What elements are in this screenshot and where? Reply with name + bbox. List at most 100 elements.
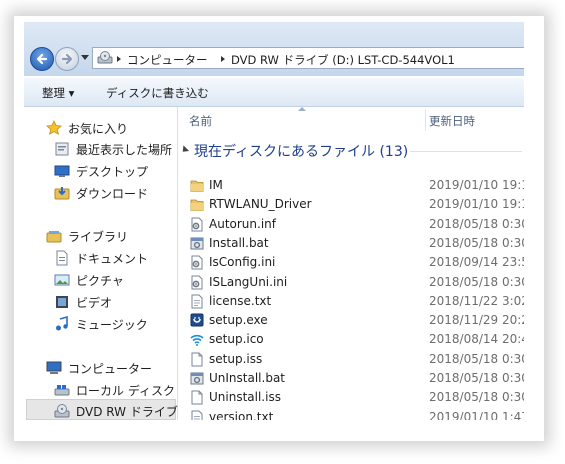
- breadcrumb-dvd-drive[interactable]: DVD RW ドライブ (D:) LST-CD-544VOL1: [231, 52, 455, 68]
- setup-exe-icon: [190, 313, 204, 327]
- nav-libraries-label: ライブラリ: [68, 230, 129, 244]
- file-name: IM: [209, 178, 223, 192]
- generic-file-icon: [191, 352, 203, 367]
- file-name: ISLangUni.ini: [209, 274, 288, 289]
- file-list: 名前 更新日時 現在ディスクにあるファイル (13) IM 2019/01/10 …: [178, 107, 524, 420]
- nav-music-label: ミュージック: [76, 318, 148, 332]
- file-date: 2018/05/18 0:30: [429, 351, 524, 366]
- nav-pictures-label: ピクチャ: [76, 274, 124, 288]
- file-name: version.txt: [209, 409, 274, 420]
- file-row[interactable]: setup.iss 2018/05/18 0:30: [178, 350, 524, 369]
- forward-arrow-icon: [61, 53, 73, 65]
- breadcrumb-computer[interactable]: コンピューター: [127, 52, 208, 68]
- file-row[interactable]: RTWLANU_Driver 2019/01/10 19:11: [178, 195, 524, 214]
- column-divider[interactable]: [425, 109, 426, 131]
- file-name: setup.iss: [209, 351, 263, 366]
- file-name: setup.exe: [209, 313, 268, 328]
- text-file-icon: [191, 294, 203, 309]
- file-date: 2018/05/18 0:30: [429, 390, 524, 405]
- settings-file-icon: [191, 255, 203, 270]
- file-row[interactable]: Uninstall.iss 2018/05/18 0:30: [178, 388, 524, 407]
- organize-label: 整理 ▾: [42, 86, 75, 100]
- nav-recent-label: 最近表示した場所: [76, 143, 173, 157]
- documents-icon: [56, 250, 68, 266]
- settings-file-icon: [191, 275, 203, 289]
- file-name: setup.ico: [209, 332, 264, 347]
- file-name: Install.bat: [209, 235, 269, 250]
- command-bar: 整理 ▾ ディスクに書き込む: [24, 78, 524, 107]
- text-file-icon: [191, 410, 203, 420]
- address-bar-area: コンピューター DVD RW ドライブ (D:) LST-CD-544VOL1: [24, 22, 524, 76]
- forward-button[interactable]: [55, 47, 79, 71]
- generic-file-icon: [191, 390, 203, 405]
- burn-to-disc-button[interactable]: ディスクに書き込む: [106, 85, 209, 101]
- group-divider: [410, 151, 522, 152]
- nav-downloads-label: ダウンロード: [76, 187, 149, 201]
- settings-file-icon: [191, 217, 203, 232]
- back-arrow-icon: [36, 53, 48, 65]
- nav-documents-label: ドキュメント: [76, 252, 149, 266]
- file-date: 2018/08/14 20:47: [429, 332, 524, 347]
- explorer-window: コンピューター DVD RW ドライブ (D:) LST-CD-544VOL1 …: [24, 22, 524, 420]
- collapse-triangle-icon: [179, 145, 190, 155]
- organize-button[interactable]: 整理 ▾: [42, 85, 74, 101]
- file-row[interactable]: setup.ico 2018/08/14 20:47: [178, 330, 524, 349]
- history-dropdown-icon[interactable]: [81, 55, 89, 61]
- folder-icon: [190, 180, 204, 192]
- file-row[interactable]: UnInstall.bat 2018/05/18 0:30: [178, 369, 524, 388]
- recent-places-icon: [55, 142, 69, 156]
- file-row[interactable]: IM 2019/01/10 19:11: [178, 176, 524, 195]
- downloads-folder-icon: [54, 187, 70, 200]
- file-row[interactable]: ISLangUni.ini 2018/05/18 0:30: [178, 273, 524, 292]
- nav-videos-label: ビデオ: [76, 296, 113, 310]
- file-row[interactable]: license.txt 2018/11/22 3:02: [178, 292, 524, 311]
- nav-computer-label: コンピューター: [68, 362, 153, 376]
- navigation-pane: お気に入り 最近表示した場所 デスクトップ ダウンロード ライブラリ ドキュメン…: [24, 107, 183, 420]
- file-date: 2018/11/22 3:02: [429, 293, 524, 308]
- dvd-drive-icon: [97, 51, 113, 64]
- file-name: Autorun.inf: [209, 216, 276, 231]
- file-date: 2018/05/18 0:30: [429, 235, 524, 250]
- file-date: 2019/01/10 19:11: [429, 197, 524, 212]
- desktop-icon: [54, 165, 70, 177]
- file-row[interactable]: Install.bat 2018/05/18 0:30: [178, 234, 524, 253]
- file-date: 2018/11/29 20:21: [429, 313, 524, 328]
- breadcrumb-separator-icon: [221, 56, 225, 62]
- music-note-icon: [56, 316, 68, 331]
- file-date: 2018/09/14 23:53: [429, 255, 524, 270]
- file-name: license.txt: [209, 293, 272, 308]
- column-header-name[interactable]: 名前: [189, 113, 212, 129]
- videos-icon: [56, 296, 68, 308]
- batch-file-icon: [190, 372, 204, 385]
- column-header-date[interactable]: 更新日時: [429, 113, 475, 129]
- group-label: 現在ディスクにあるファイル (13): [194, 144, 409, 160]
- folder-icon: [190, 199, 204, 212]
- file-date: 2019/01/10 19:11: [429, 178, 524, 192]
- breadcrumb-separator-icon: [117, 56, 121, 62]
- file-row[interactable]: IsConfig.ini 2018/09/14 23:53: [178, 253, 524, 272]
- back-button[interactable]: [30, 47, 54, 71]
- dvd-drive-icon: [54, 404, 70, 418]
- nav-local-disk-label: ローカル ディスク (: [76, 384, 184, 398]
- nav-desktop-label: デスクトップ: [76, 165, 149, 179]
- file-row[interactable]: Autorun.inf 2018/05/18 0:30: [178, 215, 524, 234]
- libraries-icon: [46, 231, 62, 243]
- file-name: IsConfig.ini: [209, 255, 276, 270]
- local-disk-icon: [54, 385, 70, 396]
- file-date: 2018/05/18 0:30: [429, 274, 524, 289]
- file-date: 2019/01/10 1:47: [429, 409, 524, 420]
- address-field[interactable]: コンピューター DVD RW ドライブ (D:) LST-CD-544VOL1: [92, 47, 524, 69]
- file-name: UnInstall.bat: [209, 371, 286, 385]
- file-date: 2018/05/18 0:30: [429, 371, 524, 385]
- file-row[interactable]: version.txt 2019/01/10 1:47: [178, 408, 524, 420]
- batch-file-icon: [190, 237, 204, 250]
- sort-ascending-icon: [298, 107, 306, 111]
- computer-icon: [46, 361, 62, 374]
- file-date: 2018/05/18 0:30: [429, 216, 524, 231]
- wifi-icon: [190, 335, 204, 347]
- file-name: Uninstall.iss: [209, 390, 281, 405]
- pictures-icon: [54, 274, 70, 286]
- group-header[interactable]: 現在ディスクにあるファイル (13): [179, 141, 409, 161]
- star-icon: [46, 120, 62, 135]
- file-row[interactable]: setup.exe 2018/11/29 20:21: [178, 311, 524, 330]
